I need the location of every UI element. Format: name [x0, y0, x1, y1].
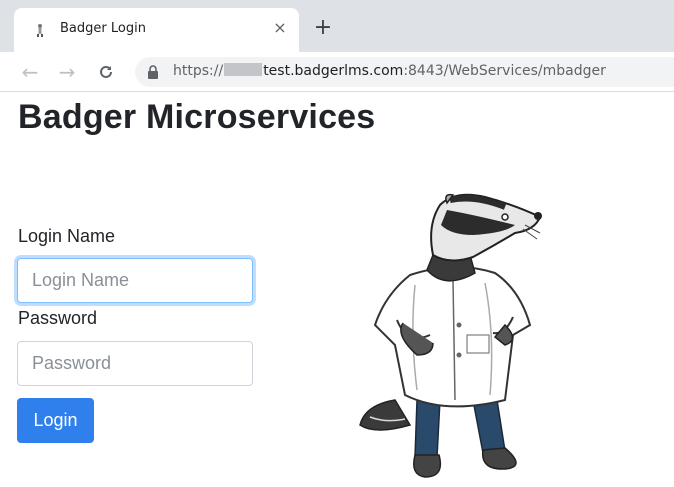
- password-label: Password: [18, 308, 98, 328]
- url-redacted-block: [224, 63, 263, 76]
- lock-icon: [148, 65, 158, 79]
- badger-favicon-icon: [37, 24, 43, 37]
- password-input[interactable]: [17, 341, 253, 386]
- back-arrow-icon[interactable]: ←: [18, 60, 42, 84]
- url-host: test.badgerlms.com: [263, 63, 404, 79]
- url-text: https:// test.badgerlms.com:8443/WebServi…: [173, 63, 606, 79]
- new-tab-icon[interactable]: +: [311, 17, 335, 41]
- browser-tab[interactable]: Badger Login ×: [14, 8, 299, 52]
- login-name-input[interactable]: [17, 258, 253, 303]
- tab-close-icon[interactable]: ×: [270, 18, 290, 38]
- browser-toolbar: ← → https:// test.badgerlms.com:8443/WebS…: [0, 52, 674, 92]
- forward-arrow-icon[interactable]: →: [55, 60, 79, 84]
- url-path: :8443/WebServices/mbadger: [403, 63, 606, 79]
- login-name-label: Login Name: [18, 226, 116, 246]
- login-button[interactable]: Login: [17, 398, 94, 443]
- browser-tabstrip: Badger Login × +: [0, 0, 674, 52]
- tab-title: Badger Login: [60, 21, 146, 36]
- page-title: Badger Microservices: [18, 98, 376, 136]
- url-scheme: https://: [173, 63, 224, 79]
- badger-illustration: [359, 193, 542, 478]
- reload-icon[interactable]: [94, 60, 118, 84]
- address-bar[interactable]: https:// test.badgerlms.com:8443/WebServi…: [135, 57, 674, 87]
